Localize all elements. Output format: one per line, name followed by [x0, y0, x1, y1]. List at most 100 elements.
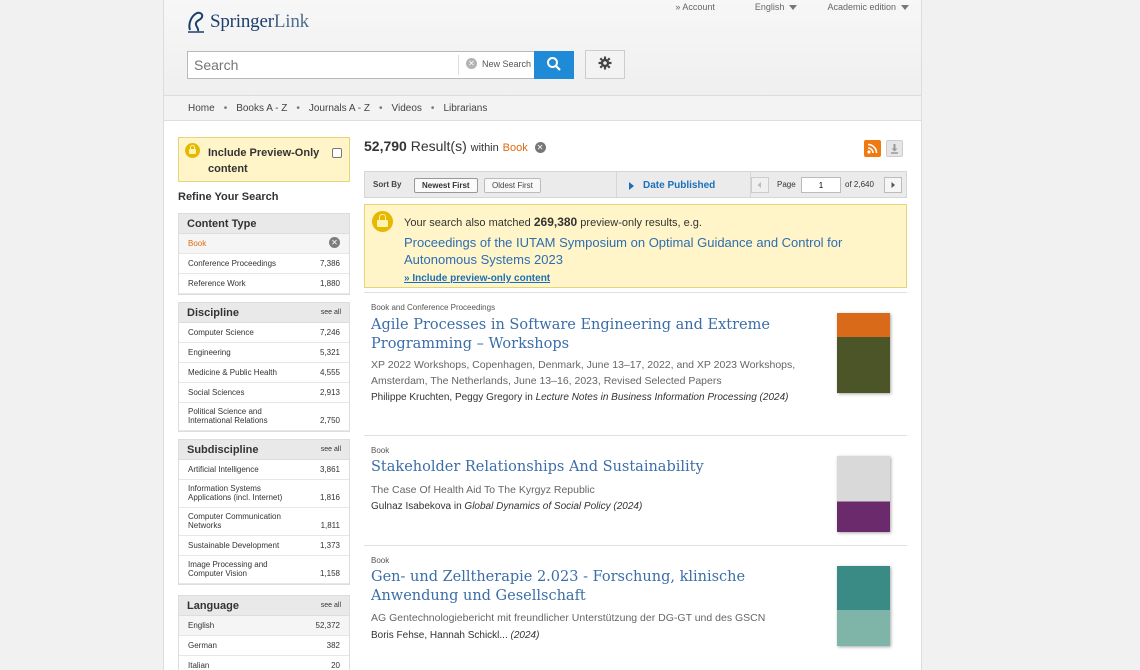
sort-oldest-first-button[interactable]: Oldest First — [484, 178, 541, 193]
rss-feed-button[interactable] — [864, 140, 881, 157]
author-links[interactable]: Philippe Kruchten, Peggy Gregory — [371, 392, 522, 403]
book-cover-image[interactable] — [837, 313, 890, 393]
preview-only-toggle: Include Preview-Only content — [178, 137, 350, 182]
facet-item-label: Political Science and International Rela… — [188, 407, 268, 425]
facet-item-count: 382 — [326, 641, 340, 650]
result-title-link[interactable]: Agile Processes in Software Engineering … — [371, 316, 811, 354]
facet-title-text: Subdiscipline — [187, 443, 259, 456]
edition-menu[interactable]: Academic edition — [807, 2, 909, 12]
facet-title: Discipline see all — [179, 303, 349, 323]
facet-item[interactable]: Artificial Intelligence 3,861 — [179, 460, 349, 480]
date-published-filter[interactable]: Date Published — [629, 180, 715, 191]
facet-item[interactable]: Social Sciences 2,913 — [179, 383, 349, 403]
search-button[interactable] — [534, 51, 574, 79]
nav-separator: • — [296, 102, 300, 114]
springer-horse-icon — [188, 11, 204, 33]
page-number-input[interactable] — [801, 177, 841, 193]
facet-item-label: Information Systems Applications (incl. … — [188, 484, 283, 502]
preview-matches-banner: Your search also matched 269,380 preview… — [364, 204, 907, 288]
remove-filter-icon[interactable]: ✕ — [534, 141, 546, 153]
search-input[interactable] — [188, 52, 456, 78]
facet-item-label: German — [188, 641, 217, 650]
series-link[interactable]: Global Dynamics of Social Policy (2024) — [464, 501, 642, 512]
facet-item[interactable]: Engineering 5,321 — [179, 343, 349, 363]
facet-item[interactable]: English 52,372 — [179, 616, 349, 636]
sort-newest-first-button[interactable]: Newest First — [414, 178, 478, 193]
facet-item[interactable]: Italian 20 — [179, 656, 349, 670]
prev-page-button[interactable] — [751, 177, 769, 193]
search-divider — [458, 55, 459, 75]
facet-item-count: 20 — [331, 661, 340, 670]
facet-title: Content Type — [179, 214, 349, 234]
author-links[interactable]: Boris Fehse, Hannah Schickl... — [371, 630, 508, 641]
top-links: » Account English Academic edition — [655, 2, 909, 12]
facet-item[interactable]: Image Processing and Computer Vision 1,15… — [179, 556, 349, 584]
result-authors: Philippe Kruchten, Peggy Gregory in Lect… — [371, 392, 821, 403]
facet-item-count: 5,321 — [319, 348, 340, 357]
new-search-button[interactable]: ✕ New Search — [466, 58, 531, 69]
facet-item[interactable]: Computer Science 7,246 — [179, 323, 349, 343]
include-preview-link[interactable]: » Include preview-only content — [404, 273, 550, 284]
facet-item-conference-proceedings[interactable]: Conference Proceedings 7,386 — [179, 254, 349, 274]
preview-example-link[interactable]: Proceedings of the IUTAM Symposium on Op… — [404, 234, 854, 268]
facet-item-label: Image Processing and Computer Vision — [188, 560, 268, 578]
facet-item[interactable]: Computer Communication Networks 1,811 — [179, 508, 349, 536]
result-count-label: Result(s) — [410, 138, 467, 154]
rss-icon — [867, 143, 878, 154]
logo-brand: Springer — [210, 11, 274, 32]
author-links[interactable]: Gulnaz Isabekova — [371, 501, 451, 512]
facet-item[interactable]: German 382 — [179, 636, 349, 656]
next-page-button[interactable] — [884, 177, 902, 193]
facet-item-label: Engineering — [188, 348, 231, 357]
springerlink-logo[interactable]: SpringerLink — [186, 8, 309, 36]
facet-item-count: 2,913 — [319, 388, 340, 397]
facet-item-book[interactable]: Book ✕ — [179, 234, 349, 254]
refine-heading: Refine Your Search — [178, 191, 279, 203]
see-all-link[interactable]: see all — [321, 446, 341, 453]
facet-item-count: 2,750 — [319, 416, 340, 425]
nav-home[interactable]: Home — [188, 103, 215, 114]
within-value: Book — [502, 142, 528, 154]
see-all-link[interactable]: see all — [321, 602, 341, 609]
logo-product: Link — [273, 11, 309, 32]
search-box: ✕ New Search — [187, 51, 574, 79]
language-label: English — [754, 2, 785, 12]
nav-journals[interactable]: Journals A - Z — [309, 103, 370, 114]
result-title-link[interactable]: Stakeholder Relationships And Sustainabi… — [371, 458, 811, 477]
language-menu[interactable]: English — [735, 2, 798, 12]
facet-item-count: 7,386 — [319, 259, 340, 268]
sort-bar: Sort By Newest First Oldest First Date P… — [364, 171, 907, 198]
facet-item[interactable]: Information Systems Applications (incl. … — [179, 480, 349, 508]
clear-icon: ✕ — [466, 58, 477, 69]
facet-item[interactable]: Political Science and International Rela… — [179, 403, 349, 431]
facet-item-count: 4,555 — [319, 368, 340, 377]
nav-books[interactable]: Books A - Z — [236, 103, 287, 114]
series-link[interactable]: Lecture Notes in Business Information Pr… — [536, 392, 789, 403]
nav-videos[interactable]: Videos — [392, 103, 422, 114]
nav-librarians[interactable]: Librarians — [443, 103, 487, 114]
preview-only-checkbox[interactable] — [332, 148, 342, 158]
remove-filter-icon[interactable]: ✕ — [329, 237, 340, 248]
result-item: Book Stakeholder Relationships And Susta… — [364, 435, 907, 545]
facet-item-reference-work[interactable]: Reference Work 1,880 — [179, 274, 349, 294]
main-nav: Home • Books A - Z • Journals A - Z • Vi… — [164, 96, 921, 121]
facet-subdiscipline: Subdiscipline see all Artificial Intellig… — [178, 439, 350, 585]
account-link[interactable]: » Account — [675, 2, 715, 12]
page-total: of 2,640 — [845, 180, 874, 189]
result-content-type: Book and Conference Proceedings — [371, 303, 496, 312]
book-cover-image[interactable] — [837, 456, 890, 532]
facet-item-count: 1,816 — [319, 493, 340, 502]
in-label: in — [524, 392, 533, 403]
result-subtitle: XP 2022 Workshops, Copenhagen, Denmark, … — [371, 359, 796, 387]
download-results-button[interactable] — [886, 140, 903, 157]
settings-button[interactable] — [585, 50, 625, 79]
edition-label: Academic edition — [827, 2, 896, 12]
book-cover-image[interactable] — [837, 566, 890, 646]
facet-item[interactable]: Sustainable Development 1,373 — [179, 536, 349, 556]
result-title-link[interactable]: Gen- und Zelltherapie 2.023 - Forschung,… — [371, 568, 811, 606]
facet-item-label: Book — [188, 239, 207, 248]
series-link[interactable]: (2024) — [511, 630, 540, 641]
facet-item[interactable]: Medicine & Public Health 4,555 — [179, 363, 349, 383]
facet-item-label: Italian — [188, 661, 210, 670]
see-all-link[interactable]: see all — [321, 309, 341, 316]
